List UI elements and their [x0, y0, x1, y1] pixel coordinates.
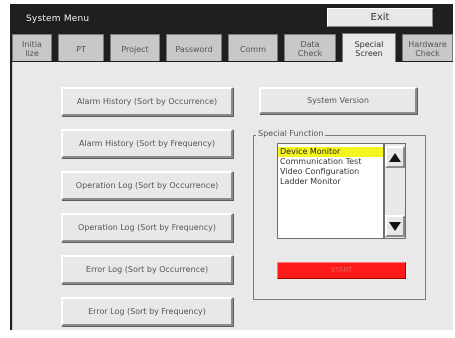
- list-item-device-monitor[interactable]: Device Monitor: [278, 147, 383, 157]
- screen: System Menu Exit Initia lize PT Project …: [0, 0, 455, 338]
- alarm-history-occurrence-button[interactable]: Alarm History (Sort by Occurrence): [61, 87, 233, 116]
- window-title: System Menu: [26, 14, 90, 24]
- special-function-legend: Special Function: [256, 129, 326, 138]
- tab-password[interactable]: Password: [166, 34, 222, 61]
- alarm-history-frequency-button[interactable]: Alarm History (Sort by Frequency): [61, 129, 233, 158]
- triangle-up-icon: [389, 152, 401, 162]
- special-function-list[interactable]: Device Monitor Communication Test Video …: [277, 143, 384, 239]
- operation-log-occurrence-button[interactable]: Operation Log (Sort by Occurrence): [61, 171, 233, 200]
- tab-project[interactable]: Project: [110, 34, 160, 61]
- tab-data-check[interactable]: Data Check: [284, 34, 336, 61]
- system-version-button[interactable]: System Version: [259, 87, 417, 114]
- scroll-down-button[interactable]: [385, 215, 405, 237]
- error-log-occurrence-button[interactable]: Error Log (Sort by Occurrence): [61, 255, 233, 284]
- tab-initialize[interactable]: Initia lize: [12, 34, 52, 61]
- tab-hardware-check[interactable]: Hardware Check: [402, 34, 453, 61]
- list-item-video-configuration[interactable]: Video Configuration: [278, 167, 383, 177]
- scroll-up-button[interactable]: [385, 146, 405, 168]
- operation-log-frequency-button[interactable]: Operation Log (Sort by Frequency): [61, 213, 233, 242]
- triangle-down-icon: [389, 221, 401, 231]
- list-item-ladder-monitor[interactable]: Ladder Monitor: [278, 177, 383, 187]
- tab-bar: Initia lize PT Project Password Comm Dat…: [12, 32, 453, 62]
- start-button[interactable]: START: [277, 262, 406, 279]
- tab-pt[interactable]: PT: [58, 34, 104, 61]
- list-item-communication-test[interactable]: Communication Test: [278, 157, 383, 167]
- tab-comm[interactable]: Comm: [228, 34, 278, 61]
- tab-special-screen[interactable]: Special Screen: [342, 33, 396, 62]
- exit-button[interactable]: Exit: [327, 8, 433, 27]
- error-log-frequency-button[interactable]: Error Log (Sort by Frequency): [61, 297, 233, 326]
